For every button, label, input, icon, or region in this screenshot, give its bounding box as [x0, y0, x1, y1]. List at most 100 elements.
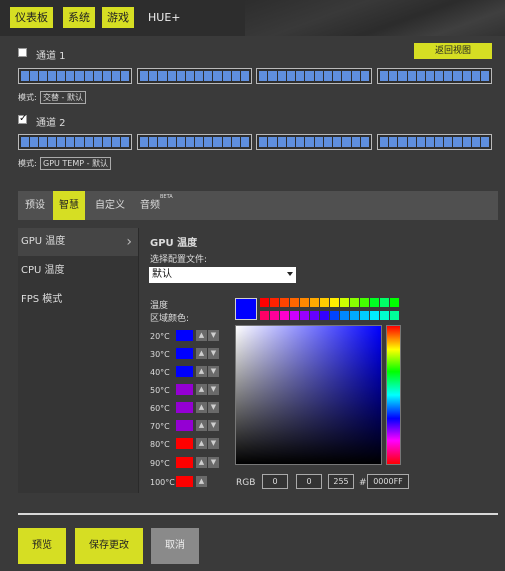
led-segment[interactable]	[453, 137, 462, 147]
led-segment[interactable]	[222, 71, 231, 81]
up-arrow-icon[interactable]: ▲	[196, 476, 207, 487]
led-segment[interactable]	[204, 137, 213, 147]
led-segment[interactable]	[277, 71, 286, 81]
channel-2-led-strip-3[interactable]	[256, 134, 372, 150]
led-segment[interactable]	[39, 71, 48, 81]
palette-swatch[interactable]	[350, 311, 359, 320]
led-segment[interactable]	[268, 71, 277, 81]
palette-swatch[interactable]	[330, 298, 339, 307]
up-arrow-icon[interactable]: ▲	[196, 366, 207, 377]
led-segment[interactable]	[140, 137, 149, 147]
led-segment[interactable]	[204, 71, 213, 81]
led-segment[interactable]	[167, 137, 176, 147]
led-segment[interactable]	[213, 137, 222, 147]
up-arrow-icon[interactable]: ▲	[196, 330, 207, 341]
channel-2-led-strip-4[interactable]	[377, 134, 492, 150]
led-segment[interactable]	[21, 137, 30, 147]
led-segment[interactable]	[389, 71, 398, 81]
palette-swatch[interactable]	[360, 311, 369, 320]
temp-color-swatch[interactable]	[176, 402, 193, 413]
sidebar-item-cpu-temp[interactable]: CPU 温度	[18, 257, 138, 285]
led-segment[interactable]	[259, 71, 268, 81]
led-segment[interactable]	[30, 71, 39, 81]
palette-swatch[interactable]	[350, 298, 359, 307]
tab-smart[interactable]: 智慧	[53, 191, 85, 220]
palette-swatch[interactable]	[390, 311, 399, 320]
channel-2-led-strip-2[interactable]	[137, 134, 252, 150]
return-view-button[interactable]: 返回视图	[414, 43, 492, 59]
led-segment[interactable]	[84, 137, 93, 147]
tab-custom[interactable]: 自定义	[95, 191, 125, 220]
nav-hue-button[interactable]: HUE+	[143, 7, 186, 28]
led-segment[interactable]	[360, 137, 369, 147]
led-segment[interactable]	[398, 137, 407, 147]
led-segment[interactable]	[120, 137, 129, 147]
led-segment[interactable]	[398, 71, 407, 81]
palette-swatch[interactable]	[360, 298, 369, 307]
led-segment[interactable]	[462, 71, 471, 81]
temp-color-swatch[interactable]	[176, 438, 193, 449]
color-gradient-picker[interactable]	[235, 325, 382, 465]
led-segment[interactable]	[195, 137, 204, 147]
led-segment[interactable]	[296, 137, 305, 147]
nav-game-button[interactable]: 游戏	[102, 7, 134, 28]
palette-swatch[interactable]	[390, 298, 399, 307]
led-segment[interactable]	[480, 71, 490, 81]
red-input[interactable]: 0	[262, 474, 288, 489]
led-segment[interactable]	[111, 137, 120, 147]
palette-swatch[interactable]	[380, 298, 389, 307]
led-segment[interactable]	[444, 71, 453, 81]
led-segment[interactable]	[185, 71, 195, 81]
down-arrow-icon[interactable]: ▼	[208, 330, 219, 341]
led-segment[interactable]	[66, 137, 75, 147]
palette-swatch[interactable]	[370, 311, 379, 320]
blue-input[interactable]: 255	[328, 474, 354, 489]
channel-1-led-strip-2[interactable]	[137, 68, 252, 84]
led-segment[interactable]	[158, 137, 167, 147]
led-segment[interactable]	[333, 71, 342, 81]
led-segment[interactable]	[259, 137, 268, 147]
led-segment[interactable]	[93, 71, 102, 81]
temp-color-swatch[interactable]	[176, 457, 193, 468]
led-segment[interactable]	[407, 71, 416, 81]
channel-2-checkbox[interactable]	[18, 113, 27, 124]
led-segment[interactable]	[167, 71, 176, 81]
led-segment[interactable]	[66, 71, 75, 81]
led-segment[interactable]	[471, 71, 480, 81]
led-segment[interactable]	[268, 137, 277, 147]
save-changes-button[interactable]: 保存更改	[75, 528, 143, 564]
palette-swatch[interactable]	[290, 298, 299, 307]
led-segment[interactable]	[425, 137, 435, 147]
palette-swatch[interactable]	[380, 311, 389, 320]
nav-system-button[interactable]: 系统	[63, 7, 95, 28]
channel-1-checkbox[interactable]	[18, 48, 27, 57]
temp-color-swatch[interactable]	[176, 384, 193, 395]
led-segment[interactable]	[380, 71, 389, 81]
led-segment[interactable]	[75, 71, 84, 81]
tab-preset[interactable]: 预设	[25, 191, 45, 220]
sidebar-item-fps-mode[interactable]: FPS 模式	[18, 286, 138, 314]
up-arrow-icon[interactable]: ▲	[196, 420, 207, 431]
led-segment[interactable]	[102, 137, 111, 147]
led-segment[interactable]	[389, 137, 398, 147]
temp-color-swatch[interactable]	[176, 476, 193, 487]
led-segment[interactable]	[435, 71, 444, 81]
palette-swatch[interactable]	[320, 298, 329, 307]
led-segment[interactable]	[57, 71, 66, 81]
channel-1-led-strip-3[interactable]	[256, 68, 372, 84]
down-arrow-icon[interactable]: ▼	[208, 420, 219, 431]
up-arrow-icon[interactable]: ▲	[196, 402, 207, 413]
led-segment[interactable]	[351, 137, 360, 147]
led-segment[interactable]	[286, 71, 295, 81]
led-segment[interactable]	[231, 137, 240, 147]
led-segment[interactable]	[185, 137, 195, 147]
led-segment[interactable]	[75, 137, 84, 147]
palette-swatch[interactable]	[370, 298, 379, 307]
led-segment[interactable]	[102, 71, 111, 81]
palette-swatch[interactable]	[300, 298, 309, 307]
led-segment[interactable]	[176, 71, 185, 81]
led-segment[interactable]	[240, 71, 250, 81]
up-arrow-icon[interactable]: ▲	[196, 438, 207, 449]
led-segment[interactable]	[84, 71, 93, 81]
led-segment[interactable]	[314, 137, 323, 147]
